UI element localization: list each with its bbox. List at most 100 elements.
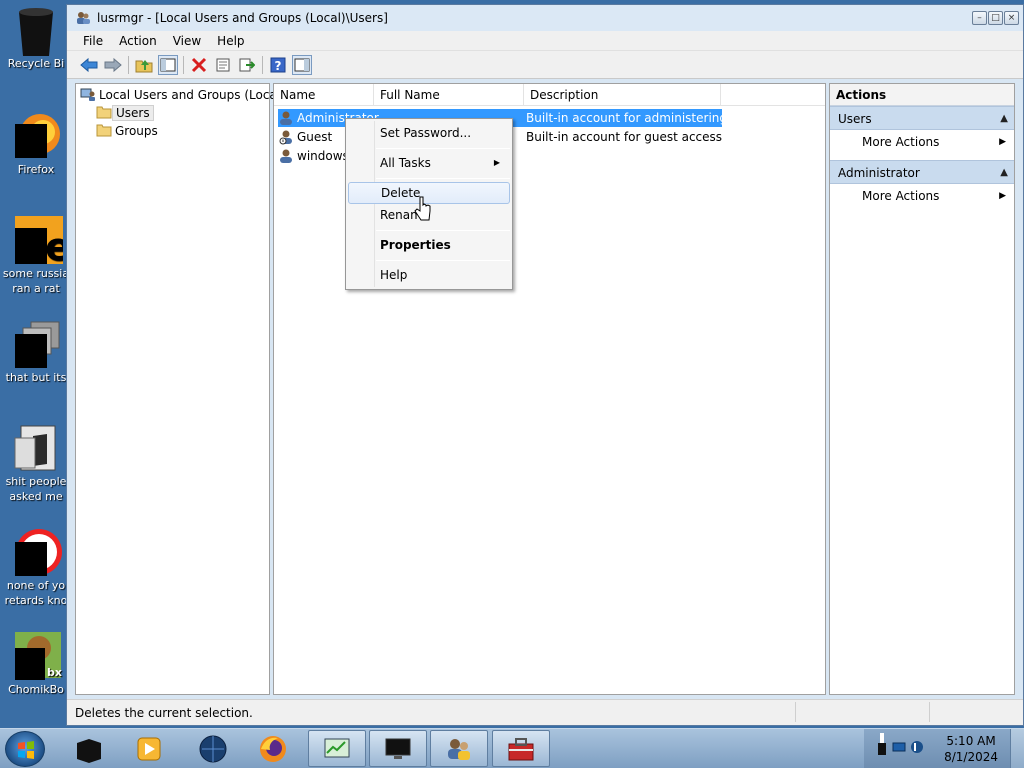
desktop-icon-label: asked me [9,490,63,503]
menu-help[interactable]: Help [209,34,252,48]
menu-separator [376,178,510,179]
tree-root[interactable]: Local Users and Groups (Local) [80,86,288,104]
taskbar-monitor[interactable] [369,730,427,767]
show-hide-tree-icon[interactable] [158,54,178,75]
menu-separator [376,230,510,231]
more-actions-administrator[interactable]: More Actions ▶ [830,184,1014,208]
desktop-icon-folder[interactable]: that but its [0,320,72,385]
actions-title: Actions [830,84,1014,106]
desktop-icon-media[interactable]: none of yo retards kno [0,528,72,608]
submenu-arrow-icon: ▶ [999,191,1006,201]
tree-item-label: Users [112,105,154,121]
help-icon[interactable]: ? [268,55,288,75]
more-actions-label: More Actions [862,135,940,149]
user-icon [278,110,294,126]
mouse-pointer-icon [414,196,432,225]
column-full-name[interactable]: Full Name [374,84,524,106]
desktop-icon-vlc-file[interactable]: e some russia ran a rat [0,216,72,296]
export-list-icon[interactable] [237,55,257,75]
menu-item-label: All Tasks [380,156,431,170]
actions-section-users[interactable]: Users ▲ [830,106,1014,130]
taskbar-globe[interactable] [184,730,242,767]
column-name[interactable]: Name [274,84,374,106]
window-controls: – □ × [972,11,1019,25]
desktop-icon-label: none of yo [6,579,66,592]
tree-item-groups[interactable]: Groups [96,122,161,140]
toolbox-icon [508,737,534,760]
forward-arrow-icon[interactable] [103,55,123,75]
cell-name: windows [297,149,349,163]
desktop-icon-label: ChomikBo [8,683,64,696]
properties-icon[interactable] [213,55,233,75]
menu-item-all-tasks[interactable]: All Tasks ▶ [348,152,510,174]
delete-x-icon[interactable] [189,55,209,75]
menu-action[interactable]: Action [111,34,165,48]
desktop-icon-recycle-bin[interactable]: Recycle Bi [0,6,72,71]
toolbar: ? [67,51,1023,79]
monitor-icon [385,738,411,759]
up-folder-icon[interactable] [134,55,154,75]
taskbar-media-player[interactable] [120,730,178,767]
collapse-up-icon[interactable]: ▲ [1000,107,1008,131]
status-divider [795,702,796,722]
taskbar-firefox[interactable] [244,730,302,767]
media-icon [13,528,62,576]
computer-users-icon [80,86,96,105]
menu-separator [376,260,510,261]
window-title: lusrmgr - [Local Users and Groups (Local… [97,11,388,25]
menu-item-properties[interactable]: Properties [348,234,510,256]
minimize-button[interactable]: – [972,11,987,25]
tree-item-users[interactable]: Users [96,104,154,122]
menu-item-set-password[interactable]: Set Password... [348,122,510,144]
menu-item-help[interactable]: Help [348,264,510,286]
clock[interactable]: 5:10 AM 8/1/2024 [944,733,998,765]
task-manager-icon [324,738,350,757]
more-actions-users[interactable]: More Actions ▶ [830,130,1014,154]
desktop-icon-chomikbox[interactable]: bx ChomikBo [0,632,72,697]
show-desktop-button[interactable] [1010,729,1024,768]
actions-pane: Actions Users ▲ More Actions ▶ Administr… [829,83,1015,695]
menu-view[interactable]: View [165,34,209,48]
show-hide-action-pane-icon[interactable] [292,54,312,75]
menu-bar: File Action View Help [67,31,1023,51]
network-icon[interactable] [892,741,906,756]
maximize-button[interactable]: □ [988,11,1003,25]
desktop-icon-document[interactable]: shit people asked me [0,424,72,504]
menu-separator [376,148,510,149]
back-arrow-icon[interactable] [79,55,99,75]
media-player-icon [137,737,161,760]
console-tree: Local Users and Groups (Local) Users Gro… [75,83,285,695]
column-description[interactable]: Description [524,84,721,106]
lusrmgr-window: lusrmgr - [Local Users and Groups (Local… [66,4,1024,726]
menu-file[interactable]: File [67,34,111,48]
desktop-icon-label: Firefox [17,163,55,176]
recycle-bin-icon [13,6,59,56]
folder-icon [96,123,112,140]
desktop-icon-firefox[interactable]: Firefox [0,112,72,177]
users-app-icon [75,10,91,26]
submenu-arrow-icon: ▶ [493,158,500,167]
cell-description: Built-in account for guest access t... [526,130,722,144]
desktop-icon-label: some russia [2,267,70,280]
firefox-icon [260,735,286,762]
collapse-up-icon[interactable]: ▲ [1000,161,1008,185]
tray-app-icon[interactable] [878,733,888,758]
status-divider [929,702,930,722]
status-bar: Deletes the current selection. [67,699,1023,725]
taskbar-explorer[interactable] [60,730,118,767]
title-bar[interactable]: lusrmgr - [Local Users and Groups (Local… [67,5,1023,31]
actions-section-label: Users [838,112,872,126]
actions-section-administrator[interactable]: Administrator ▲ [830,160,1014,184]
desktop-icon-label: that but its [5,371,67,384]
taskbar-task-manager[interactable] [308,730,366,767]
volume-icon[interactable] [910,739,924,758]
taskbar-lusrmgr[interactable] [430,730,488,767]
tree-item-label: Groups [115,124,158,138]
taskbar-toolbox[interactable] [492,730,550,767]
system-tray: 5:10 AM 8/1/2024 [864,729,1024,768]
start-button[interactable] [5,731,45,767]
clock-time: 5:10 AM [946,734,996,748]
actions-section-label: Administrator [838,166,920,180]
close-button[interactable]: × [1004,11,1019,25]
windows-logo-icon [18,741,34,759]
